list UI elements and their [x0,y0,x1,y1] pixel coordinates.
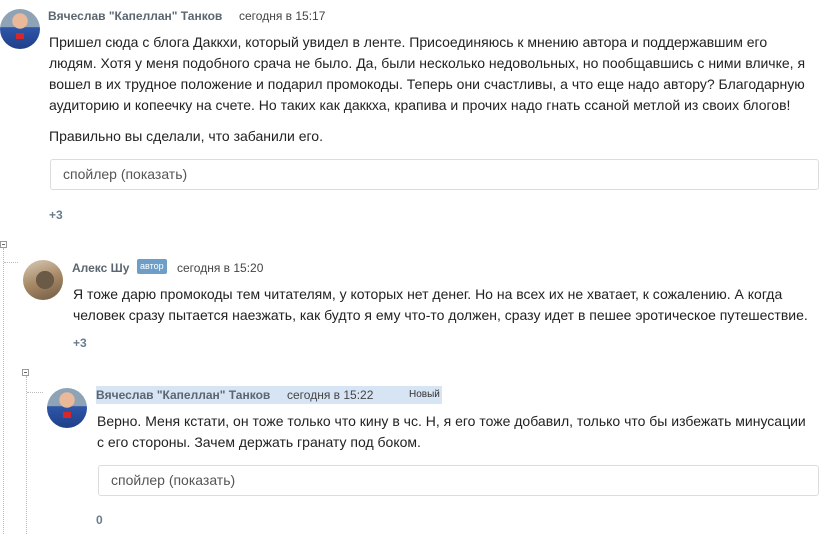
text-line: человек сразу пытается наезжать, как буд… [73,307,808,323]
comment-text: Верно. Меня кстати, он тоже только что к… [97,411,829,453]
collapse-toggle-icon[interactable] [22,369,29,376]
avatar[interactable] [47,388,87,428]
spoiler-toggle[interactable]: спойлер (показать) [98,465,819,496]
text-line: с его стороны. Зачем держать гранату под… [97,434,421,450]
comment-score: +3 [49,208,63,222]
text-line: Я тоже дарю промокоды тем читателям, у к… [73,286,783,302]
comment-author[interactable]: Вячеслав "Капеллан" Танков [96,388,270,402]
new-comment-tag: Новый [409,389,440,400]
comment-text-paragraph: Правильно вы сделали, что забанили его. [49,128,323,144]
comment-score: 0 [96,513,103,527]
text-line: Верно. Меня кстати, он тоже только что к… [97,413,806,429]
comment-time[interactable]: сегодня в 15:17 [239,9,325,23]
comment-time[interactable]: сегодня в 15:22 [287,388,373,402]
thread-line [26,376,27,534]
author-badge: автор [137,259,167,274]
text-line: Пришел сюда с блога Даккхи, который увид… [49,34,768,50]
comment-text: Я тоже дарю промокоды тем читателям, у к… [73,284,829,326]
collapse-toggle-icon[interactable] [0,241,7,248]
comment-author[interactable]: Вячеслав "Капеллан" Танков [48,9,222,23]
thread-line [27,392,43,393]
text-line: аудиторию и копеечку на счете. Но таких … [49,97,791,113]
comment-text: Пришел сюда с блога Даккхи, который увид… [49,32,829,116]
comment-time[interactable]: сегодня в 15:20 [177,261,263,275]
avatar[interactable] [23,260,63,300]
avatar[interactable] [0,9,40,49]
thread-line [4,262,18,263]
comment-score: +3 [73,336,87,350]
text-line: вошел в их трудное положение и подарил п… [49,76,805,92]
comment-author[interactable]: Алекс Шу [72,261,129,275]
thread-line [3,248,4,534]
text-line: людям. Хотя у меня подобного срача не бы… [49,55,806,71]
spoiler-toggle[interactable]: спойлер (показать) [50,159,819,190]
